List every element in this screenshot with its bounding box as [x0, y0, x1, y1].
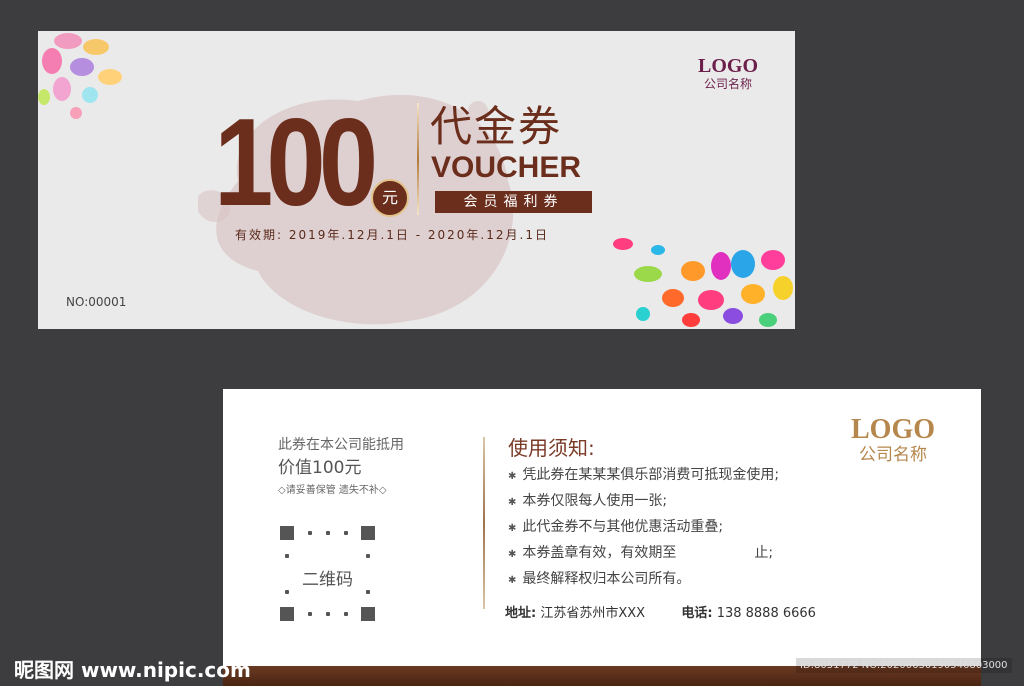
phone-label: 电话: [681, 606, 713, 621]
list-item: ✱ 凭此券在某某某俱乐部消费可抵现金使用; [508, 467, 780, 483]
color-splash-top-left [38, 33, 122, 119]
star-icon: ✱ [508, 497, 517, 508]
qr-corner [280, 526, 294, 540]
list-item: ✱ 此代金券不与其他优惠活动重叠; [508, 519, 724, 535]
company-logo-back: LOGO 公司名称 [851, 414, 936, 466]
voucher-back: 此券在本公司能抵用 价值100元 ◇请妥善保管 遗失不补◇ 二维码 使用须知: … [223, 389, 981, 686]
list-item: ✱ 最终解释权归本公司所有。 [508, 571, 691, 587]
star-icon: ✱ [508, 549, 517, 560]
qr-dot [344, 531, 348, 535]
usage-notes-list: ✱ 凭此券在某某某俱乐部消费可抵现金使用; ✱ 本券仅限每人使用一张; ✱ 此代金券不… [508, 463, 779, 593]
company-name: 公司名称 [859, 445, 927, 465]
qr-dot [366, 590, 370, 594]
qr-corner [280, 607, 294, 621]
qr-dot [366, 554, 370, 558]
qr-dot [285, 554, 289, 558]
voucher-number: NO:00001 [66, 295, 127, 309]
image-id-watermark: ID:8051772 NO:20200630190546803000 [796, 658, 1012, 673]
site-watermark: 昵图网 www.nipic.com [14, 658, 251, 682]
value-text: 价值100元 [278, 458, 362, 478]
voucher-front: 100 元 代金券 VOUCHER 会员福利券 有效期: 2019年.12月.1… [38, 31, 795, 329]
voucher-title-en: VOUCHER [431, 151, 582, 184]
list-item: ✱ 本券盖章有效，有效期至 止; [508, 545, 774, 561]
qr-dot [326, 612, 330, 616]
color-splash-bottom-right [613, 238, 793, 327]
star-icon: ✱ [508, 575, 517, 586]
contact-info: 地址: 江苏省苏州市XXX 电话: 138 8888 6666 [505, 602, 816, 621]
qr-dot [344, 612, 348, 616]
voucher-amount: 100 [214, 94, 378, 232]
validity-period: 有效期: 2019年.12月.1日 - 2020年.12月.1日 [235, 228, 549, 242]
address-label: 地址: [505, 606, 537, 621]
address-value: 江苏省苏州市XXX [540, 606, 646, 621]
star-icon: ✱ [508, 471, 517, 482]
phone-value: 138 8888 6666 [716, 606, 816, 621]
company-name: 公司名称 [704, 77, 753, 91]
qr-corner [361, 526, 375, 540]
qr-label: 二维码 [302, 570, 353, 590]
title-divider [417, 103, 419, 215]
qr-corner [361, 607, 375, 621]
company-logo-front: LOGO 公司名称 [698, 55, 758, 91]
currency-badge: 元 [371, 179, 409, 217]
list-item: ✱ 本券仅限每人使用一张; [508, 493, 668, 509]
qr-dot [308, 612, 312, 616]
logo-text: LOGO [698, 55, 759, 77]
redeem-text: 此券在本公司能抵用 [278, 437, 404, 453]
voucher-title-cn: 代金券 [430, 102, 563, 151]
usage-notes-title: 使用须知: [508, 436, 595, 460]
back-divider [483, 437, 485, 609]
qr-dot [308, 531, 312, 535]
logo-text: LOGO [851, 414, 936, 445]
qr-code-placeholder: 二维码 [280, 526, 375, 621]
qr-dot [285, 590, 289, 594]
member-tag: 会员福利券 [435, 191, 592, 213]
keep-safe-note: ◇请妥善保管 遗失不补◇ [278, 485, 387, 496]
star-icon: ✱ [508, 523, 517, 534]
qr-dot [326, 531, 330, 535]
